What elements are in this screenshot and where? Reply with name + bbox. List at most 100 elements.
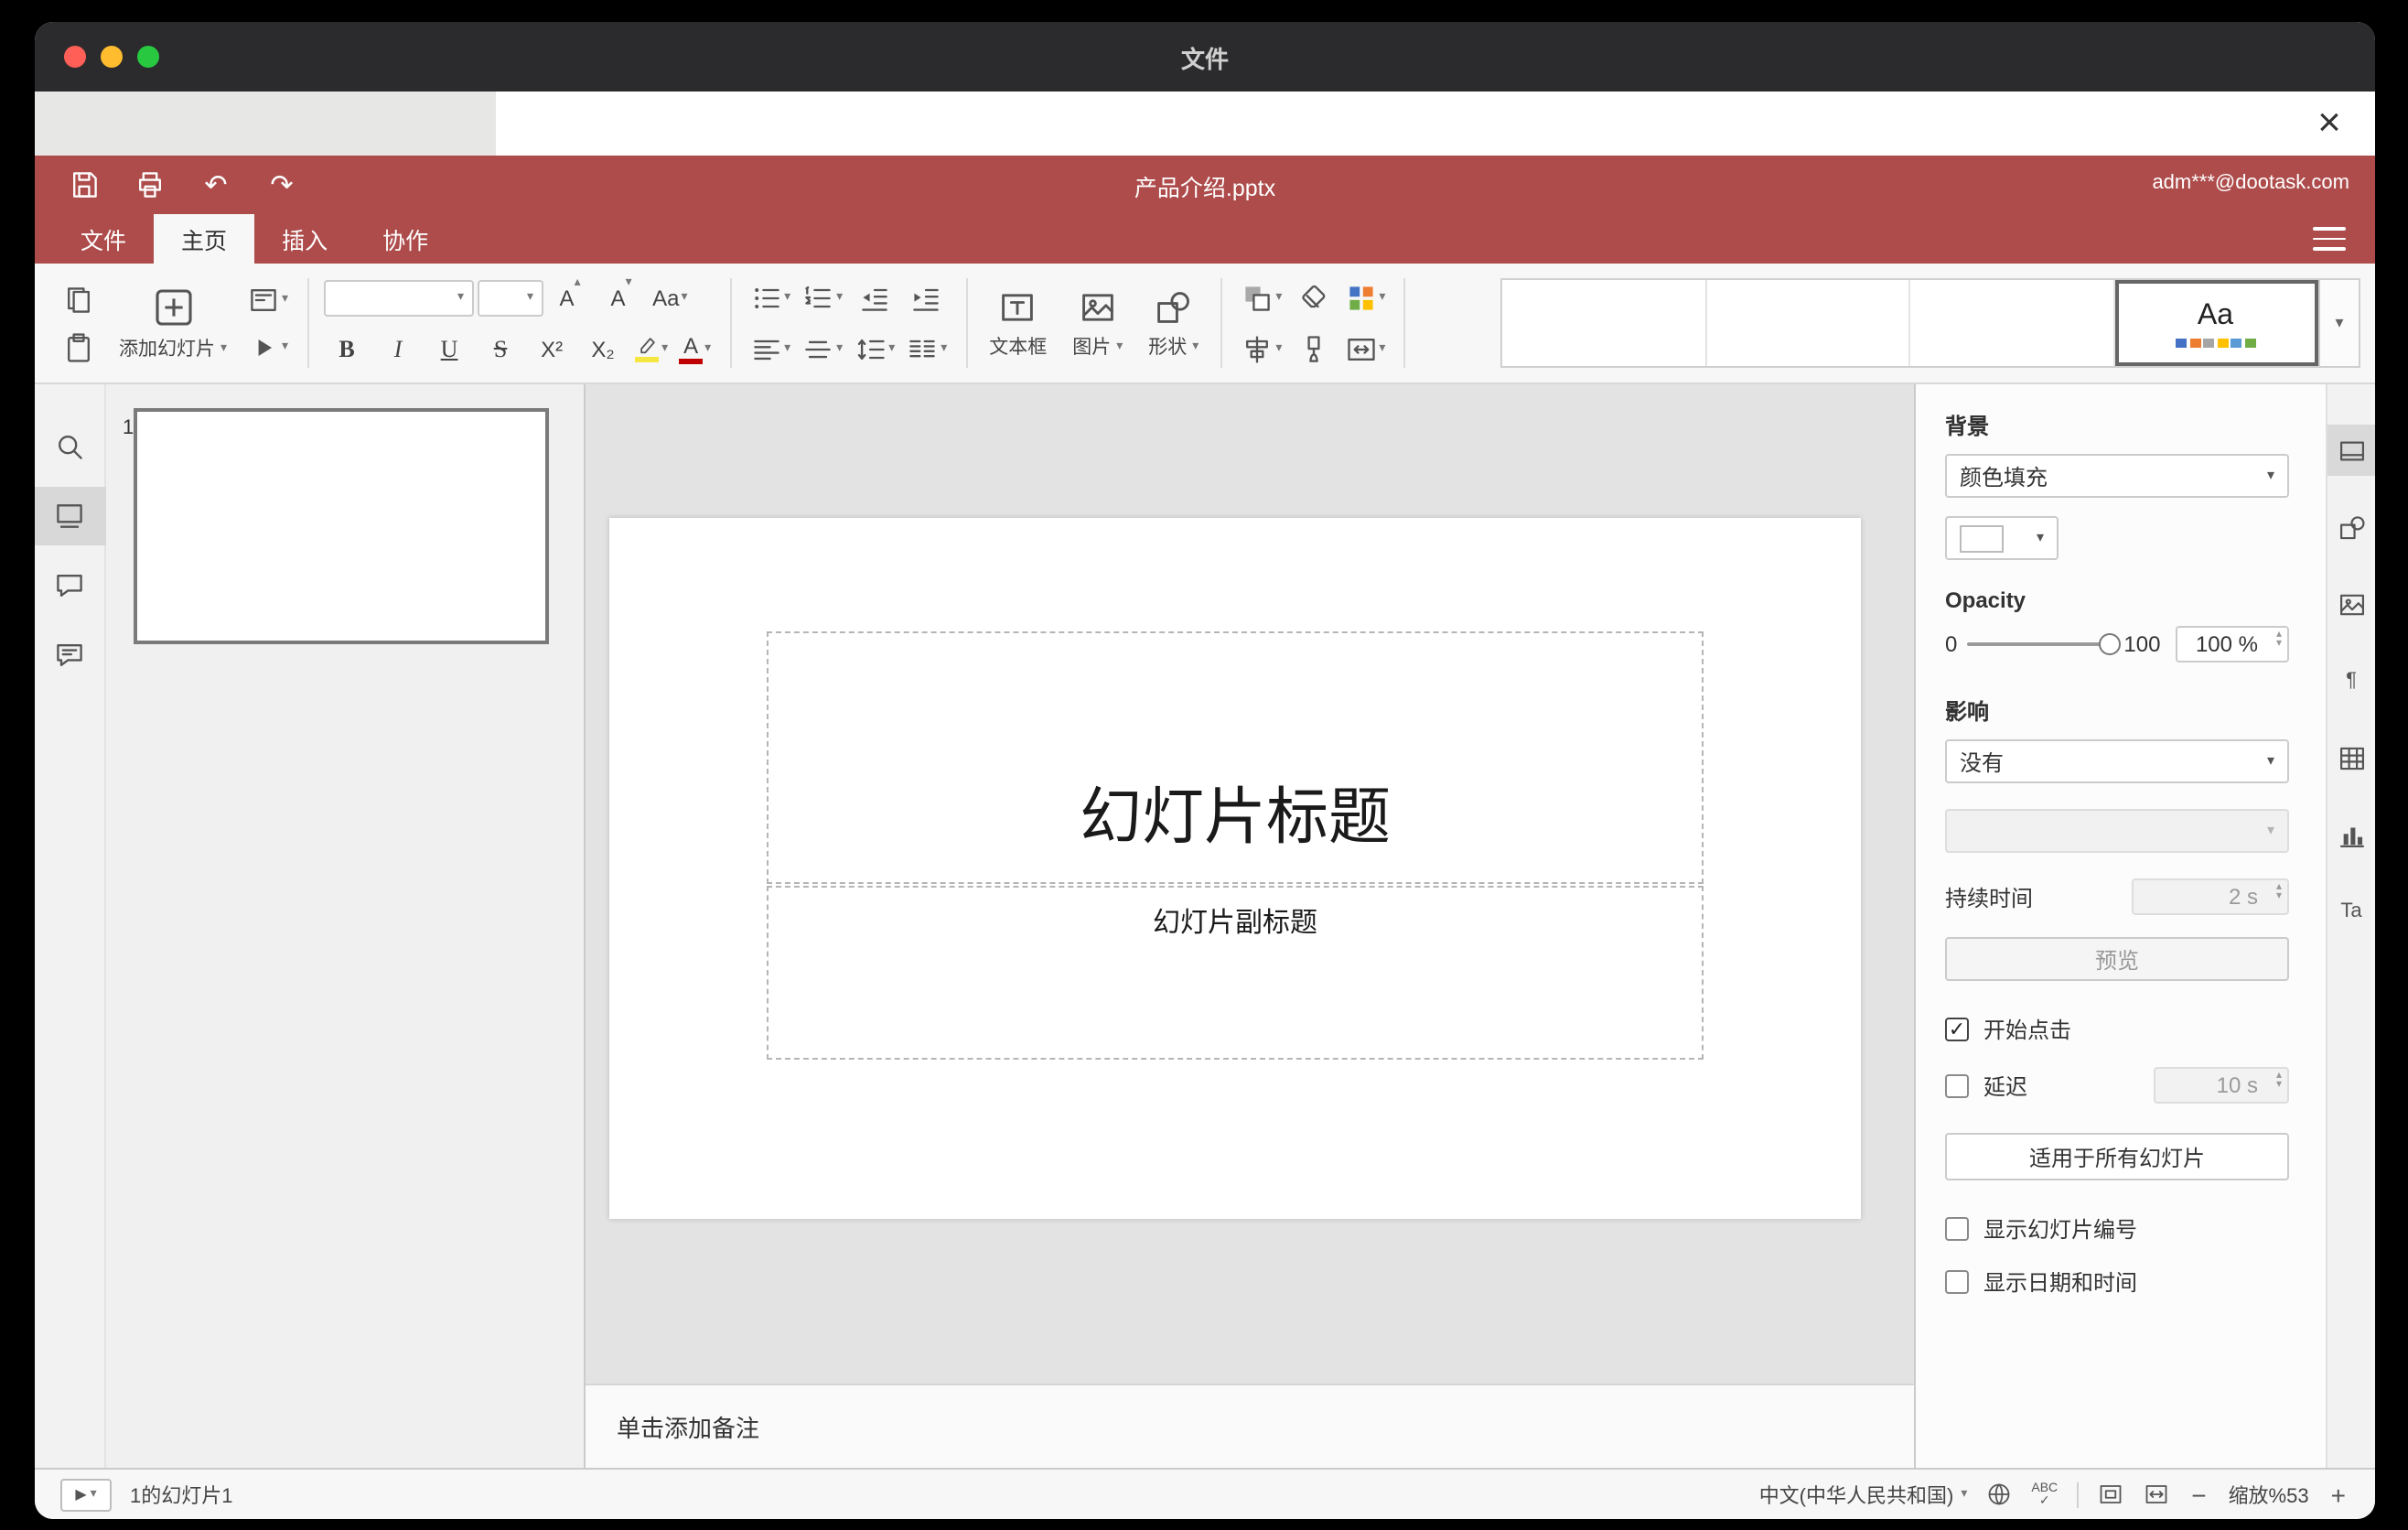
duration-row: 持续时间 2 s ▴ ▾: [1945, 878, 2289, 915]
shape-settings-tab[interactable]: [2327, 501, 2375, 553]
increase-font-size-button[interactable]: A ▴: [546, 275, 594, 319]
image-settings-tab[interactable]: [2327, 578, 2375, 630]
redo-button[interactable]: ↷: [258, 163, 306, 207]
insert-columns-button[interactable]: ▾: [902, 327, 951, 371]
change-case-button[interactable]: Aa ▾: [649, 275, 691, 319]
strikethrough-button[interactable]: S: [477, 327, 524, 371]
decrease-font-size-button[interactable]: A ▾: [597, 275, 645, 319]
textart-settings-tab[interactable]: Ta: [2327, 886, 2375, 937]
notes-area[interactable]: 单击添加备注: [586, 1384, 1914, 1468]
change-layout-button[interactable]: ▾: [243, 277, 292, 321]
opacity-slider-knob[interactable]: [2098, 633, 2121, 655]
font-name-select[interactable]: ▾: [323, 279, 474, 316]
preview-button[interactable]: 预览: [1945, 937, 2289, 981]
italic-button[interactable]: I: [374, 327, 422, 371]
editor-area: 幻灯片标题 幻灯片副标题 单击添加备注: [586, 384, 1914, 1468]
add-slide-button[interactable]: 添加幻灯片 ▾: [108, 264, 238, 382]
vertical-align-button[interactable]: ▾: [798, 327, 846, 371]
spellcheck-button[interactable]: ABC ✓: [2031, 1482, 2058, 1507]
arrange-group: ▾ ▾ ▾ ▾: [1231, 264, 1394, 382]
print-button[interactable]: [126, 163, 174, 207]
status-bar: ▶ ▾ 1的幻灯片1 中文(中华人民共和国) ▾ ABC ✓ − 缩放%53 +: [35, 1468, 2375, 1519]
undo-button[interactable]: ↶: [192, 163, 240, 207]
paste-button[interactable]: [55, 325, 102, 369]
opacity-value-input[interactable]: 100 % ▴ ▾: [2176, 626, 2289, 663]
show-date-time-checkbox[interactable]: [1945, 1270, 1969, 1294]
save-button[interactable]: [60, 163, 108, 207]
tab-insert[interactable]: 插入: [254, 214, 355, 264]
start-on-click-checkbox[interactable]: ✓: [1945, 1018, 1969, 1041]
language-select[interactable]: 中文(中华人民共和国) ▾: [1759, 1480, 1968, 1509]
increase-indent-button[interactable]: [901, 275, 949, 319]
zoom-out-button[interactable]: −: [2188, 1480, 2209, 1509]
effect-select[interactable]: 没有 ▾: [1945, 739, 2289, 783]
clear-style-button[interactable]: [1289, 275, 1337, 319]
start-slideshow-button[interactable]: ▾: [243, 325, 292, 369]
chart-settings-tab[interactable]: [2327, 809, 2375, 860]
apply-to-all-slides-button[interactable]: 适用于所有幻灯片: [1945, 1133, 2289, 1180]
slide-settings-tab[interactable]: [2327, 425, 2375, 476]
align-shape-button[interactable]: ▾: [1237, 327, 1285, 371]
slide-canvas[interactable]: 幻灯片标题 幻灯片副标题: [609, 518, 1861, 1219]
bullets-button[interactable]: ▾: [746, 275, 794, 319]
paragraph-settings-tab[interactable]: ¶: [2327, 655, 2375, 706]
tab-collaboration[interactable]: 协作: [355, 214, 456, 264]
document-language-button[interactable]: [1985, 1481, 2013, 1508]
comments-button[interactable]: [35, 556, 105, 615]
subscript-button[interactable]: X₂: [579, 327, 627, 371]
slides-panel-button[interactable]: [35, 487, 105, 545]
arrange-shape-button[interactable]: ▾: [1237, 275, 1285, 319]
insert-textbox-button[interactable]: 文本框: [976, 264, 1059, 382]
font-size-select[interactable]: ▾: [477, 279, 543, 316]
slide-thumbnail[interactable]: [134, 408, 549, 644]
zoom-in-button[interactable]: +: [2327, 1480, 2349, 1509]
slide-size-button[interactable]: ▾: [1340, 327, 1389, 371]
theme-option-2[interactable]: [1706, 280, 1910, 366]
subtitle-placeholder[interactable]: 幻灯片副标题: [767, 886, 1704, 1060]
fit-slide-button[interactable]: [2096, 1481, 2123, 1508]
color-scheme-button[interactable]: ▾: [1340, 275, 1389, 319]
align-left-icon: [753, 339, 779, 360]
table-settings-tab[interactable]: [2327, 732, 2375, 783]
check-icon: ✓: [2038, 1494, 2050, 1507]
left-sidebar: [35, 384, 106, 1468]
theme-option-1[interactable]: [1502, 280, 1706, 366]
numbered-list-icon: [805, 285, 831, 307]
highlight-color-button[interactable]: ▾: [630, 327, 672, 371]
tab-home[interactable]: 主页: [154, 214, 255, 264]
bold-button[interactable]: B: [323, 327, 371, 371]
fit-width-button[interactable]: [2142, 1481, 2169, 1508]
decrease-indent-button[interactable]: [850, 275, 898, 319]
macos-titlebar: 文件: [35, 22, 2375, 92]
theme-option-3[interactable]: [1910, 280, 2114, 366]
insert-shape-button[interactable]: 形状 ▾: [1135, 264, 1211, 382]
title-placeholder[interactable]: 幻灯片标题: [767, 631, 1704, 884]
theme-option-selected[interactable]: Aa: [2114, 280, 2318, 366]
underline-button[interactable]: U: [425, 327, 473, 371]
search-button[interactable]: [35, 417, 105, 476]
copy-button[interactable]: [55, 277, 102, 321]
font-color-button[interactable]: A ▾: [675, 327, 715, 371]
show-slide-number-checkbox[interactable]: [1945, 1217, 1969, 1241]
background-fill-select[interactable]: 颜色填充 ▾: [1945, 454, 2289, 498]
tab-file[interactable]: 文件: [53, 214, 154, 264]
copy-style-button[interactable]: [1289, 327, 1337, 371]
horizontal-align-button[interactable]: ▾: [746, 327, 794, 371]
background-color-picker[interactable]: ▾: [1945, 516, 2059, 560]
chat-button[interactable]: [35, 626, 105, 684]
eraser-icon: [1301, 284, 1325, 307]
spinner-arrows-icon[interactable]: ▴ ▾: [2276, 630, 2282, 649]
shape-icon: [1157, 291, 1190, 322]
start-slideshow-status-button[interactable]: ▶ ▾: [60, 1478, 112, 1511]
view-settings-menu-icon[interactable]: [2313, 227, 2346, 251]
opacity-slider[interactable]: [1966, 633, 2121, 655]
numbering-button[interactable]: ▾: [798, 275, 846, 319]
theme-gallery-expand-button[interactable]: ▾: [2318, 280, 2359, 366]
line-spacing-button[interactable]: ▾: [850, 327, 898, 371]
close-editor-button[interactable]: ×: [2306, 97, 2353, 148]
delay-checkbox[interactable]: [1945, 1073, 1969, 1097]
duration-label: 持续时间: [1945, 885, 2034, 910]
add-slide-label: 添加幻灯片: [119, 338, 215, 360]
insert-image-button[interactable]: 图片 ▾: [1059, 264, 1135, 382]
superscript-button[interactable]: X²: [528, 327, 575, 371]
